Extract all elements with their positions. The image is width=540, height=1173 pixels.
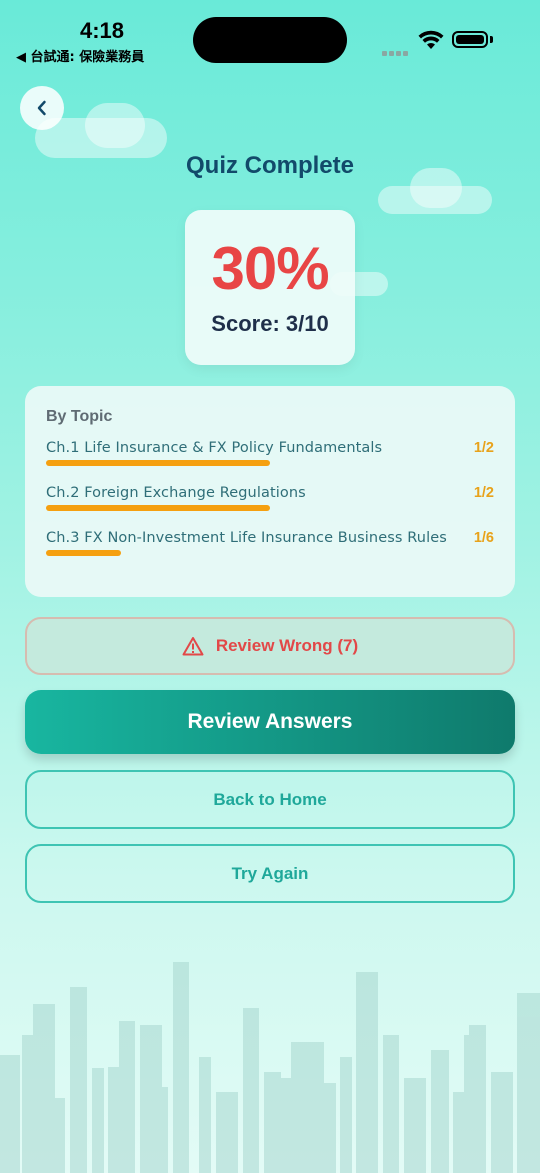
status-bar: 4:18 ◀ 台試通: 保險業務員 (0, 0, 540, 70)
topic-row: Ch.1 Life Insurance & FX Policy Fundamen… (46, 440, 494, 485)
review-answers-label: Review Answers (187, 710, 353, 733)
topic-score: 1/6 (473, 530, 494, 546)
topic-progress-bar (46, 505, 270, 511)
warning-icon (182, 637, 204, 656)
back-to-home-label: Back to Home (213, 789, 327, 809)
signal-icon (382, 43, 410, 61)
topic-breakdown-card: By Topic Ch.1 Life Insurance & FX Policy… (25, 386, 515, 597)
topic-score: 1/2 (473, 485, 494, 501)
review-answers-button[interactable]: Review Answers (25, 690, 515, 754)
dynamic-island (193, 17, 347, 63)
topic-progress-bar (46, 550, 121, 556)
topic-row: Ch.2 Foreign Exchange Regulations 1/2 (46, 485, 494, 530)
wifi-icon (418, 30, 444, 55)
try-again-label: Try Again (231, 863, 309, 883)
back-button[interactable] (20, 86, 64, 130)
score-label: Score: 3/10 (211, 311, 329, 336)
back-to-home-button[interactable]: Back to Home (25, 770, 515, 829)
review-wrong-button[interactable]: Review Wrong (7) (25, 617, 515, 675)
score-card: 30% Score: 3/10 (185, 210, 355, 365)
city-skyline-decoration (0, 962, 540, 1173)
review-wrong-label: Review Wrong (7) (215, 636, 359, 655)
back-to-app-link[interactable]: ◀ 台試通: 保險業務員 (16, 46, 144, 65)
topic-name: Ch.3 FX Non-Investment Life Insurance Bu… (46, 530, 447, 546)
cloud-decoration (85, 103, 145, 148)
battery-icon (452, 31, 488, 48)
chevron-left-icon (37, 100, 46, 116)
clock: 4:18 (80, 18, 125, 43)
topic-score: 1/2 (473, 440, 494, 456)
topic-progress-bar (46, 460, 270, 466)
score-percent: 30% (211, 235, 329, 302)
topic-heading: By Topic (46, 408, 113, 425)
topic-name: Ch.1 Life Insurance & FX Policy Fundamen… (46, 440, 383, 456)
topic-row: Ch.3 FX Non-Investment Life Insurance Bu… (46, 530, 494, 575)
try-again-button[interactable]: Try Again (25, 844, 515, 903)
topic-name: Ch.2 Foreign Exchange Regulations (46, 485, 306, 501)
page-title: Quiz Complete (185, 152, 354, 179)
